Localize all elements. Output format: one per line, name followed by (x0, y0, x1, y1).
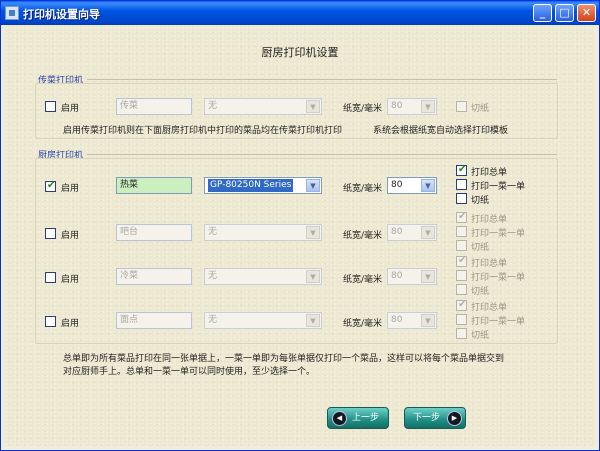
cut-paper-checkbox[interactable] (456, 284, 467, 295)
kitchen-paper-width-select[interactable]: 80 ▼ (387, 268, 437, 285)
kitchen-printer-select[interactable]: 无 ▼ (204, 312, 322, 329)
kitchen-paper-width-value: 80 (391, 315, 403, 325)
cut-paper-label: 切纸 (471, 287, 490, 297)
chevron-down-icon: ▼ (306, 314, 320, 327)
kitchen-paper-width-label: 纸宽/毫米 (343, 275, 383, 285)
kitchen-paper-width-value: 80 (391, 227, 403, 237)
arrow-left-icon: ◀ (332, 411, 347, 426)
kitchen-paper-width-label: 纸宽/毫米 (343, 184, 383, 194)
kitchen-printer-value: GP-80250N Series (208, 179, 294, 192)
next-button-label: 下一步 (413, 413, 441, 423)
print-all-checkbox[interactable] (456, 164, 467, 176)
cashier-cut-checkbox[interactable] (456, 101, 467, 112)
kitchen-paper-width-value: 80 (391, 180, 403, 190)
minimize-button[interactable]: _ (533, 4, 552, 22)
kitchen-paper-width-label: 纸宽/毫米 (343, 319, 383, 329)
kitchen-enable-checkbox[interactable] (45, 180, 56, 192)
cut-paper-checkbox[interactable] (456, 240, 467, 251)
kitchen-enable-checkbox[interactable] (45, 228, 56, 239)
kitchen-paper-width-select[interactable]: 80 ▼ (387, 224, 437, 241)
print-all-checkbox[interactable] (456, 255, 467, 267)
close-button[interactable]: ✕ (577, 4, 596, 22)
title-bar: 打印机设置向导 _ □ ✕ (1, 1, 599, 25)
kitchen-printer-select[interactable]: 无 ▼ (204, 224, 322, 241)
arrow-right-icon: ▶ (447, 411, 462, 426)
cut-paper-label: 切纸 (471, 196, 490, 206)
kitchen-name-field[interactable]: 吧台 (116, 224, 192, 241)
kitchen-name-field[interactable]: 面点 (116, 312, 192, 329)
kitchen-paper-width-select[interactable]: 80 ▼ (387, 312, 437, 329)
print-all-label: 打印总单 (471, 215, 508, 225)
chevron-down-icon: ▼ (421, 226, 435, 239)
chevron-down-icon: ▼ (421, 270, 435, 283)
cashier-enable-label: 启用 (61, 104, 80, 114)
print-all-label: 打印总单 (471, 259, 508, 269)
next-button[interactable]: 下一步 ▶ (404, 407, 466, 429)
kitchen-enable-label: 启用 (61, 275, 80, 285)
print-each-checkbox[interactable] (456, 270, 467, 281)
chevron-down-icon: ▼ (306, 100, 320, 113)
chevron-down-icon: ▼ (306, 226, 320, 239)
chevron-down-icon: ▼ (306, 270, 320, 283)
cashier-note-2: 系统会根据纸宽自动选择打印模板 (373, 126, 509, 136)
kitchen-enable-label: 启用 (61, 184, 80, 194)
cashier-printer-value: 无 (208, 101, 218, 111)
kitchen-paper-width-value: 80 (391, 271, 403, 281)
kitchen-paper-width-select[interactable]: 80 ▼ (387, 177, 437, 194)
prev-button-label: 上一步 (352, 413, 380, 423)
print-all-label: 打印总单 (471, 168, 508, 178)
kitchen-printer-select[interactable]: GP-80250N Series ▼ (204, 177, 322, 194)
print-each-label: 打印一菜一单 (471, 273, 526, 283)
wizard-window: 打印机设置向导 _ □ ✕ 厨房打印机设置 传菜打印机 启用 传菜 无 ▼ 纸宽… (0, 0, 600, 451)
footer-note-line-2: 对应厨师手上。总单和一菜一单可以同时使用，至少选择一个。 (63, 367, 316, 377)
print-all-checkbox[interactable] (456, 299, 467, 311)
kitchen-name-field[interactable]: 热菜 (116, 177, 192, 194)
page-title: 厨房打印机设置 (261, 46, 339, 59)
footer-note-line-1: 总单即为所有菜品打印在同一张单据上，一菜一单即为每张单据仅打印一个菜品，这样可以… (63, 354, 505, 364)
section-divider (87, 79, 557, 80)
kitchen-enable-label: 启用 (61, 231, 80, 241)
chevron-down-icon: ▼ (306, 179, 320, 192)
cut-paper-label: 切纸 (471, 243, 490, 253)
cashier-note-1: 启用传菜打印机则在下面厨房打印机中打印的菜品均在传菜打印机打印 (63, 126, 343, 136)
prev-button[interactable]: ◀ 上一步 (327, 407, 389, 429)
cashier-name-field[interactable]: 传菜 (116, 98, 192, 115)
chevron-down-icon: ▼ (421, 179, 435, 192)
print-each-checkbox[interactable] (456, 226, 467, 237)
cut-paper-label: 切纸 (471, 331, 490, 341)
window-title: 打印机设置向导 (23, 8, 100, 21)
kitchen-printer-value: 无 (208, 315, 218, 325)
chevron-down-icon: ▼ (421, 100, 435, 113)
cashier-enable-checkbox[interactable] (45, 101, 56, 112)
kitchen-printer-value: 无 (208, 271, 218, 281)
print-each-label: 打印一菜一单 (471, 229, 526, 239)
kitchen-enable-checkbox[interactable] (45, 272, 56, 283)
kitchen-paper-width-label: 纸宽/毫米 (343, 231, 383, 241)
print-each-checkbox[interactable] (456, 314, 467, 325)
cut-paper-checkbox[interactable] (456, 193, 467, 204)
cashier-cut-label: 切纸 (471, 104, 490, 114)
cashier-printer-select[interactable]: 无 ▼ (204, 98, 322, 115)
section-divider (87, 154, 557, 155)
kitchen-printer-value: 无 (208, 227, 218, 237)
print-each-checkbox[interactable] (456, 179, 467, 190)
app-icon (5, 6, 19, 20)
cashier-paper-width-select[interactable]: 80 ▼ (387, 98, 437, 115)
print-each-label: 打印一菜一单 (471, 317, 526, 327)
print-all-label: 打印总单 (471, 303, 508, 313)
wizard-content: 厨房打印机设置 传菜打印机 启用 传菜 无 ▼ 纸宽/毫米 80 ▼ 切纸 启用… (5, 26, 595, 446)
kitchen-enable-label: 启用 (61, 319, 80, 329)
print-all-checkbox[interactable] (456, 211, 467, 223)
kitchen-enable-checkbox[interactable] (45, 316, 56, 327)
maximize-button[interactable]: □ (555, 4, 574, 22)
cashier-paper-width-label: 纸宽/毫米 (343, 104, 383, 114)
cut-paper-checkbox[interactable] (456, 328, 467, 339)
kitchen-name-field[interactable]: 冷菜 (116, 268, 192, 285)
kitchen-printer-select[interactable]: 无 ▼ (204, 268, 322, 285)
cashier-paper-width-value: 80 (391, 101, 403, 111)
chevron-down-icon: ▼ (421, 314, 435, 327)
print-each-label: 打印一菜一单 (471, 182, 526, 192)
